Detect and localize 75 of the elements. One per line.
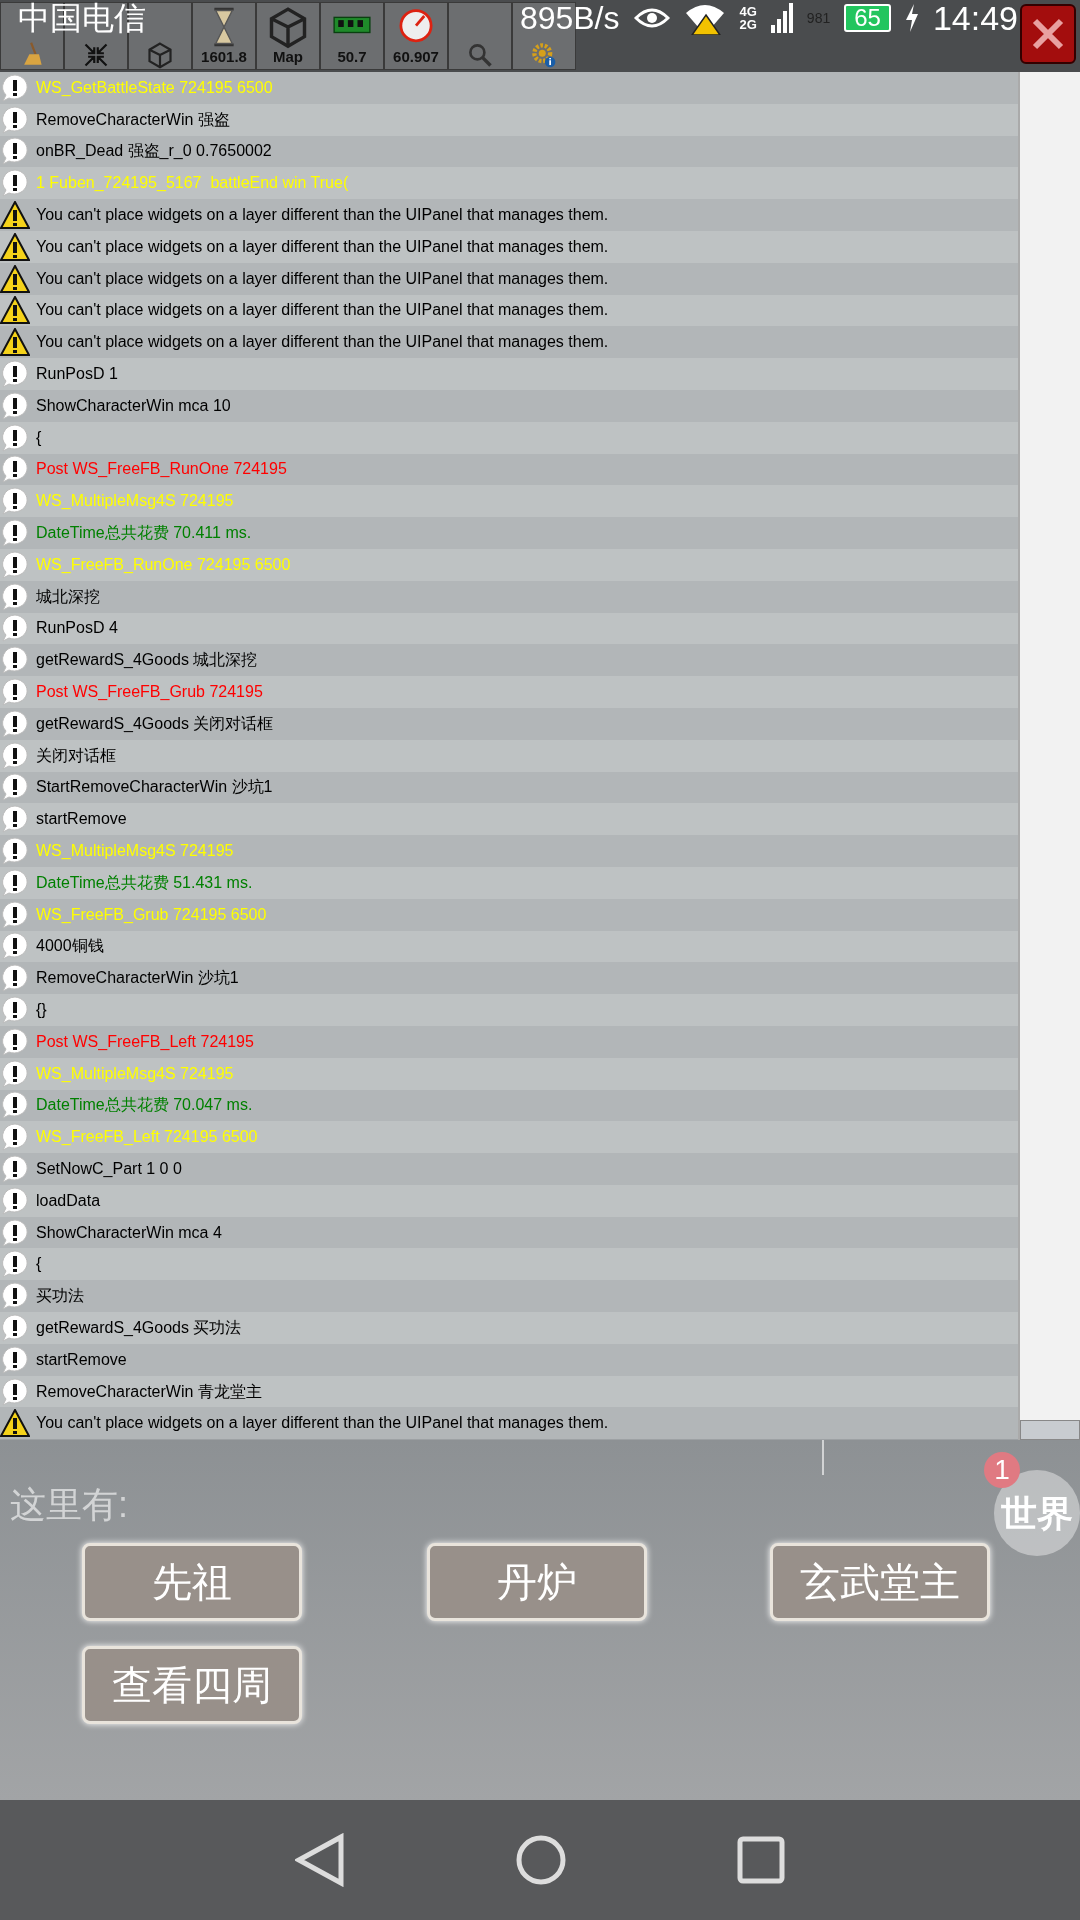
log-message[interactable]: RunPosD 1 — [36, 366, 118, 383]
carrier-name: 中国电信 — [18, 2, 146, 34]
info-bubble-icon — [0, 550, 30, 579]
notification-badge: 1 — [984, 1452, 1020, 1488]
log-message[interactable]: 关闭对话框 — [36, 747, 116, 764]
toolbar-value: Map — [273, 49, 303, 64]
log-message[interactable]: getRewardS_4Goods 城北深挖 — [36, 652, 258, 669]
section-heading: 这里有: — [10, 1483, 128, 1527]
info-bubble-icon — [0, 1059, 30, 1088]
search-icon — [466, 41, 494, 69]
info-bubble-icon — [0, 487, 30, 516]
info-bubble-icon — [0, 169, 30, 198]
warning-icon — [0, 1409, 30, 1438]
warning-icon — [0, 232, 30, 261]
warning-icon — [0, 201, 30, 230]
info-bubble-icon — [0, 741, 30, 770]
toolbar-value: 50.7 — [337, 49, 367, 64]
log-message[interactable]: startRemove — [36, 1351, 127, 1368]
log-message[interactable]: onBR_Dead 强盗_r_0 0.7650002 — [36, 143, 272, 160]
info-bubble-icon — [0, 105, 30, 134]
log-message[interactable]: SetNowC_Part 1 0 0 — [36, 1161, 182, 1177]
home-icon — [515, 1834, 567, 1886]
log-message[interactable]: RunPosD 4 — [36, 620, 118, 637]
toolbar-value: 60.907 — [393, 49, 439, 64]
warning-icon — [0, 328, 30, 357]
warning-icon — [0, 296, 30, 325]
cube-icon — [146, 41, 174, 69]
charging-icon — [904, 4, 919, 32]
log-message[interactable]: startRemove — [36, 811, 127, 828]
log-message[interactable]: loadData — [36, 1192, 101, 1209]
log-message[interactable]: RemoveCharacterWin 青龙堂主 — [36, 1383, 262, 1400]
log-message[interactable]: StartRemoveCharacterWin 沙坑1 — [36, 779, 273, 796]
log-message[interactable]: 买功法 — [36, 1288, 84, 1305]
log-message[interactable]: 4000铜钱 — [36, 938, 104, 955]
toolbar-button[interactable]: Map — [256, 2, 320, 70]
log-message[interactable]: RemoveCharacterWin 沙坑1 — [36, 970, 239, 987]
info-bubble-icon — [0, 805, 30, 834]
battery-indicator: 65 — [844, 4, 891, 32]
back-icon — [295, 1833, 345, 1887]
log-message[interactable]: { — [36, 1256, 42, 1273]
scrollbar-thumb[interactable] — [1020, 1420, 1080, 1440]
info-bubble-icon — [0, 423, 30, 452]
close-button[interactable] — [1020, 4, 1076, 64]
log-message[interactable]: {} — [36, 1002, 47, 1018]
log-message[interactable]: 城北深挖 — [36, 588, 100, 605]
info-bubble-icon — [0, 868, 30, 897]
scrollbar[interactable] — [1018, 72, 1080, 1440]
info-bubble-icon — [0, 678, 30, 707]
info-bubble-icon — [0, 1313, 30, 1342]
log-message[interactable]: { — [36, 429, 42, 446]
network-type-label: 2G — [739, 18, 757, 31]
warning-icon — [0, 264, 30, 293]
close-icon — [1031, 17, 1065, 51]
network-type-label: 4G — [739, 5, 757, 18]
log-message[interactable]: ShowCharacterWin mca 4 — [36, 1224, 222, 1241]
toolbar-button[interactable]: 50.7 — [320, 2, 384, 70]
log-message[interactable]: getRewardS_4Goods 买功法 — [36, 1319, 242, 1336]
info-bubble-icon — [0, 360, 30, 389]
eye-icon — [633, 6, 670, 30]
log-message[interactable]: RemoveCharacterWin 强盗 — [36, 111, 230, 128]
gear-icon — [530, 41, 558, 69]
info-bubble-icon — [0, 1186, 30, 1215]
toolbar-button[interactable]: 1601.8 — [192, 2, 256, 70]
info-bubble-icon — [0, 1250, 30, 1279]
log-message[interactable]: ShowCharacterWin mca 10 — [36, 397, 231, 414]
clock-time: 14:49 — [932, 1, 1018, 35]
info-bubble-icon — [0, 996, 30, 1024]
signal-icon — [770, 3, 793, 33]
network-speed: 895B/s — [519, 2, 620, 34]
toolbar-value: 1601.8 — [201, 49, 247, 64]
log-message[interactable]: getRewardS_4Goods 关闭对话框 — [36, 715, 274, 732]
toolbar-button[interactable]: 60.907 — [384, 2, 448, 70]
recents-icon — [737, 1836, 785, 1884]
info-bubble-icon — [0, 1123, 30, 1152]
arrows-icon — [82, 41, 110, 69]
